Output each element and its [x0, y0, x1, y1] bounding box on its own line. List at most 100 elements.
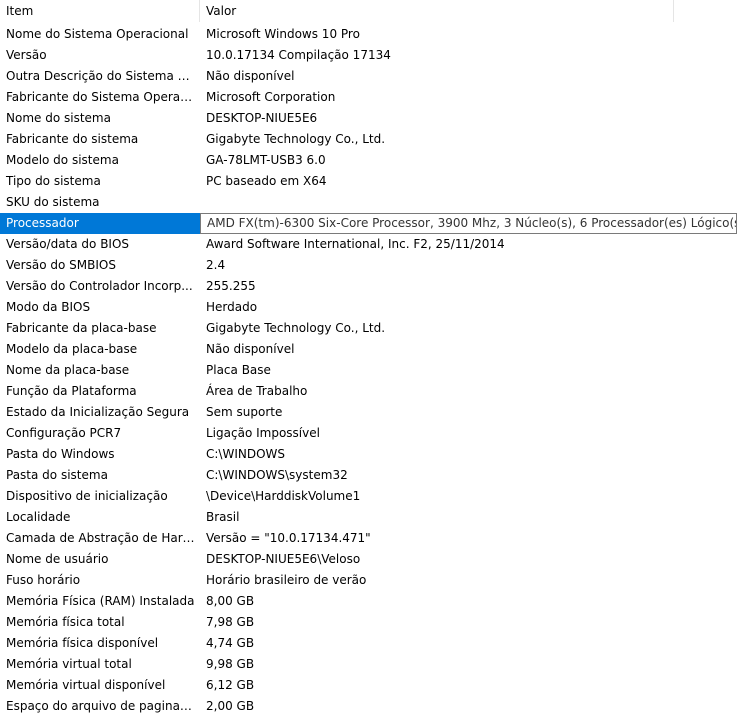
value-cell: Gigabyte Technology Co., Ltd. — [206, 132, 386, 146]
table-row[interactable]: Nome do Sistema Operacional Microsoft Win… — [0, 24, 742, 45]
table-row[interactable]: Modelo da placa-base Não disponível — [0, 339, 742, 360]
value-cell: Microsoft Corporation — [206, 90, 336, 104]
table-row[interactable]: Fabricante do Sistema Operaci... Microsof… — [0, 87, 742, 108]
value-cell: 255.255 — [206, 279, 256, 293]
table-row[interactable]: SKU do sistema — [0, 192, 742, 213]
item-cell: Localidade — [6, 510, 71, 524]
item-cell: Versão/data do BIOS — [6, 237, 130, 251]
value-cell: GA-78LMT-USB3 6.0 — [206, 153, 326, 167]
table-row[interactable]: Dispositivo de inicialização \Device\Hard… — [0, 486, 742, 507]
value-cell: \Device\HarddiskVolume1 — [206, 489, 361, 503]
value-cell: Gigabyte Technology Co., Ltd. — [206, 321, 386, 335]
value-cell: Área de Trabalho — [206, 384, 308, 398]
table-row[interactable]: Memória física disponível 4,74 GB — [0, 633, 742, 654]
table-row[interactable]: Memória física total 7,98 GB — [0, 612, 742, 633]
item-cell: Versão — [6, 48, 47, 62]
system-summary-list[interactable]: Item Valor Nome do Sistema Operacional Mi… — [0, 0, 742, 713]
value-cell: 8,00 GB — [206, 594, 255, 608]
table-row[interactable]: Nome do sistema DESKTOP-NIUE5E6 — [0, 108, 742, 129]
value-cell: DESKTOP-NIUE5E6 — [206, 111, 318, 125]
value-cell: Não disponível — [206, 342, 295, 356]
value-cell: Herdado — [206, 300, 258, 314]
list-header: Item Valor — [0, 0, 742, 22]
item-cell: Espaço do arquivo de paginaç... — [6, 699, 198, 713]
value-cell: DESKTOP-NIUE5E6\Veloso — [206, 552, 361, 566]
item-cell: Fuso horário — [6, 573, 81, 587]
table-row[interactable]: Função da Plataforma Área de Trabalho — [0, 381, 742, 402]
list-rows: Nome do Sistema Operacional Microsoft Win… — [0, 24, 742, 713]
table-row[interactable]: Configuração PCR7 Ligação Impossível — [0, 423, 742, 444]
table-row[interactable]: Versão/data do BIOS Award Software Intern… — [0, 234, 742, 255]
item-cell: Outra Descrição do Sistema O... — [6, 69, 199, 83]
item-cell: Processador — [0, 213, 200, 234]
table-row[interactable]: Nome da placa-base Placa Base — [0, 360, 742, 381]
table-row[interactable]: Versão do SMBIOS 2.4 — [0, 255, 742, 276]
table-row[interactable]: Memória virtual total 9,98 GB — [0, 654, 742, 675]
table-row[interactable]: Fabricante da placa-base Gigabyte Technol… — [0, 318, 742, 339]
table-row[interactable]: Modo da BIOS Herdado — [0, 297, 742, 318]
item-cell: Modelo da placa-base — [6, 342, 138, 356]
table-row[interactable]: Memória Física (RAM) Instalada 8,00 GB — [0, 591, 742, 612]
value-cell — [200, 192, 742, 213]
item-cell: SKU do sistema — [6, 195, 100, 209]
table-row[interactable]: Memória virtual disponível 6,12 GB — [0, 675, 742, 696]
value-cell: Versão = "10.0.17134.471" — [206, 531, 371, 545]
value-cell: 2.4 — [206, 258, 226, 272]
table-row[interactable]: Estado da Inicialização Segura Sem suport… — [0, 402, 742, 423]
item-cell: Nome do Sistema Operacional — [6, 27, 189, 41]
value-cell: Horário brasileiro de verão — [206, 573, 367, 587]
item-cell: Versão do Controlador Incorp... — [6, 279, 193, 293]
value-cell: 7,98 GB — [206, 615, 255, 629]
value-cell: 6,12 GB — [206, 678, 255, 692]
column-header-filler — [674, 0, 742, 22]
table-row[interactable]: Espaço do arquivo de paginaç... 2,00 GB — [0, 696, 742, 713]
item-cell: Estado da Inicialização Segura — [6, 405, 190, 419]
table-row[interactable]: Tipo do sistema PC baseado em X64 — [0, 171, 742, 192]
value-cell: Brasil — [206, 510, 240, 524]
table-row-selected[interactable]: Processador AMD FX(tm)-6300 Six-Core Proc… — [0, 213, 742, 234]
value-cell: Sem suporte — [206, 405, 283, 419]
value-cell: 9,98 GB — [206, 657, 255, 671]
table-row[interactable]: Modelo do sistema GA-78LMT-USB3 6.0 — [0, 150, 742, 171]
item-cell: Memória virtual total — [6, 657, 132, 671]
item-cell: Versão do SMBIOS — [6, 258, 116, 272]
value-cell: C:\WINDOWS — [206, 447, 286, 461]
item-cell: Configuração PCR7 — [6, 426, 122, 440]
value-cell: 2,00 GB — [206, 699, 255, 713]
column-header-item[interactable]: Item — [0, 0, 200, 22]
item-cell: Modo da BIOS — [6, 300, 91, 314]
table-row[interactable]: Outra Descrição do Sistema O... Não dispo… — [0, 66, 742, 87]
table-row[interactable]: Versão do Controlador Incorp... 255.255 — [0, 276, 742, 297]
item-cell: Pasta do sistema — [6, 468, 108, 482]
table-row[interactable]: Nome de usuário DESKTOP-NIUE5E6\Veloso — [0, 549, 742, 570]
table-row[interactable]: Fuso horário Horário brasileiro de verão — [0, 570, 742, 591]
value-cell: 4,74 GB — [206, 636, 255, 650]
item-cell: Modelo do sistema — [6, 153, 119, 167]
table-row[interactable]: Versão 10.0.17134 Compilação 17134 — [0, 45, 742, 66]
table-row[interactable]: Localidade Brasil — [0, 507, 742, 528]
item-cell: Memória física disponível — [6, 636, 159, 650]
item-cell: Nome de usuário — [6, 552, 109, 566]
table-row[interactable]: Pasta do Windows C:\WINDOWS — [0, 444, 742, 465]
item-cell: Função da Plataforma — [6, 384, 137, 398]
item-cell: Pasta do Windows — [6, 447, 115, 461]
item-cell: Fabricante do Sistema Operaci... — [6, 90, 200, 104]
value-cell: Não disponível — [206, 69, 295, 83]
value-cell: 10.0.17134 Compilação 17134 — [206, 48, 391, 62]
value-cell: Placa Base — [206, 363, 271, 377]
value-cell: C:\WINDOWS\system32 — [206, 468, 348, 482]
value-cell: Award Software International, Inc. F2, 2… — [206, 237, 505, 251]
table-row[interactable]: Fabricante do sistema Gigabyte Technology… — [0, 129, 742, 150]
item-cell: Memória Física (RAM) Instalada — [6, 594, 195, 608]
item-cell: Nome da placa-base — [6, 363, 130, 377]
column-header-valor[interactable]: Valor — [200, 0, 674, 22]
item-cell: Memória física total — [6, 615, 125, 629]
item-cell: Dispositivo de inicialização — [6, 489, 168, 503]
item-cell: Fabricante da placa-base — [6, 321, 157, 335]
value-cell: AMD FX(tm)-6300 Six-Core Processor, 3900… — [200, 213, 737, 234]
item-cell: Tipo do sistema — [6, 174, 101, 188]
value-cell: PC baseado em X64 — [206, 174, 327, 188]
item-cell: Fabricante do sistema — [6, 132, 139, 146]
table-row[interactable]: Pasta do sistema C:\WINDOWS\system32 — [0, 465, 742, 486]
table-row[interactable]: Camada de Abstração de Hard... Versão = "… — [0, 528, 742, 549]
